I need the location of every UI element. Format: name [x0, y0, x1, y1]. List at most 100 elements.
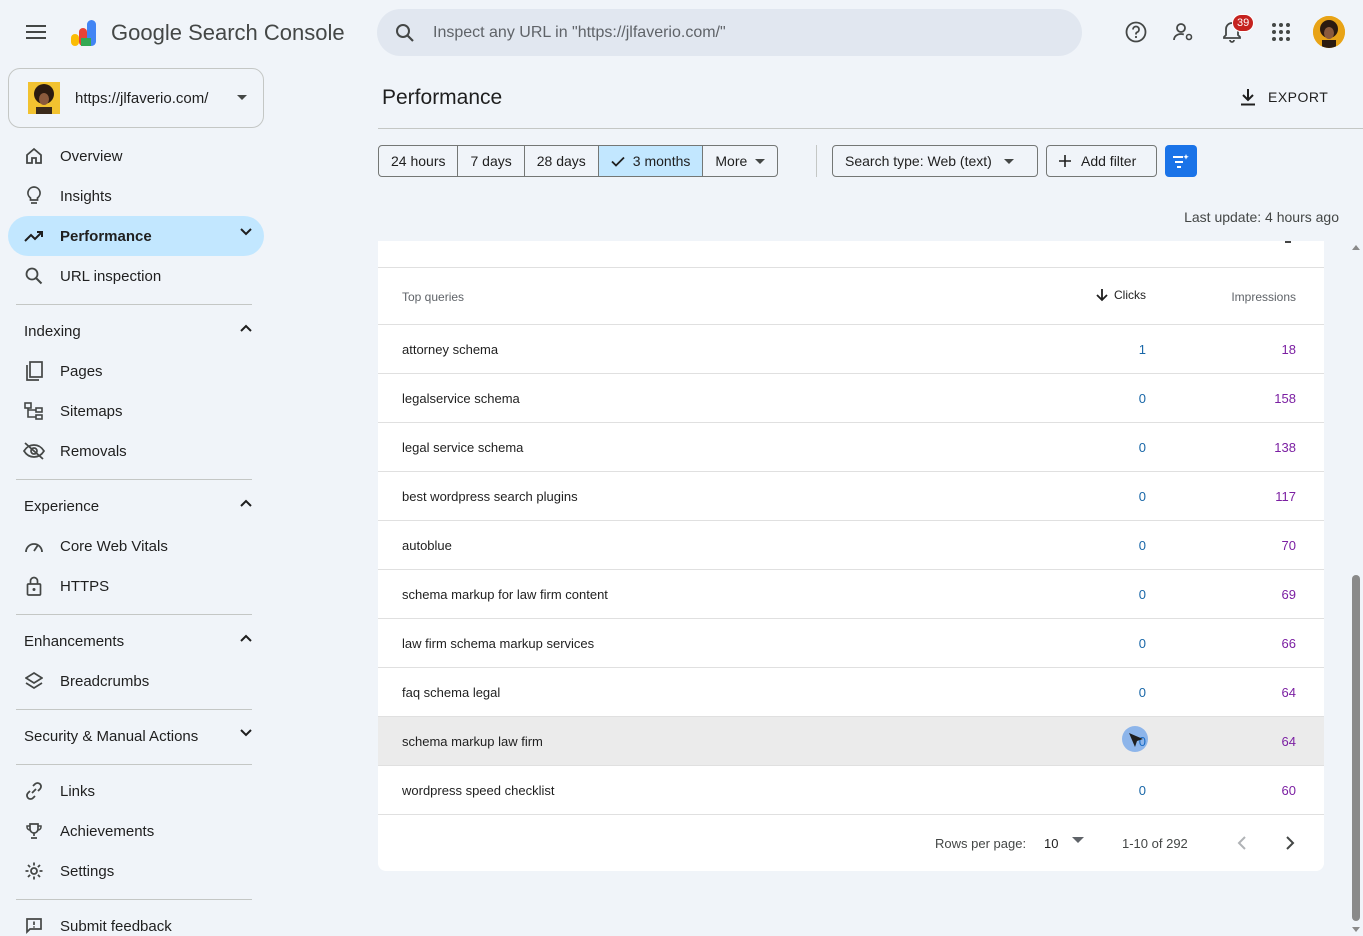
home-icon: [26, 147, 42, 164]
caret-down-icon[interactable]: [1072, 837, 1084, 843]
chevron-down-icon[interactable]: [240, 228, 252, 236]
table-row[interactable]: best wordpress search plugins 0 117: [378, 472, 1324, 521]
range-24-hours[interactable]: 24 hours: [378, 145, 459, 177]
scroll-up-arrow[interactable]: [1352, 245, 1360, 250]
top-app-bar: Google Search Console 39: [0, 0, 1363, 64]
sidebar-item-settings[interactable]: Settings: [8, 851, 264, 891]
sidebar-item-sitemaps[interactable]: Sitemaps: [8, 391, 264, 431]
filter-divider: [816, 145, 817, 177]
url-inspect-search[interactable]: [377, 9, 1082, 56]
clicks-cell: 0: [1138, 685, 1146, 700]
table-row[interactable]: attorney schema 1 18: [378, 325, 1324, 374]
url-inspect-input[interactable]: [433, 23, 1033, 42]
sidebar-item-label: Settings: [60, 862, 115, 880]
filter-options-button[interactable]: [1165, 145, 1197, 177]
table-pagination: Rows per page: 10 1-10 of 292: [378, 815, 1324, 871]
table-row[interactable]: schema markup law firm 0 64: [378, 717, 1324, 766]
sidebar-item-label: Removals: [60, 442, 127, 460]
account-avatar[interactable]: [1313, 16, 1345, 48]
table-row[interactable]: legal service schema 0 138: [378, 423, 1324, 472]
last-update-text: Last update: 4 hours ago: [1184, 209, 1339, 225]
user-settings-button[interactable]: [1163, 12, 1203, 52]
table-row[interactable]: autoblue 0 70: [378, 521, 1324, 570]
range-7-days[interactable]: 7 days: [457, 145, 525, 177]
column-header-top-queries[interactable]: Top queries: [402, 290, 464, 304]
export-button[interactable]: EXPORT: [1240, 80, 1328, 114]
caret-down-icon: [237, 95, 247, 100]
column-header-label: Clicks: [1114, 288, 1146, 302]
sidebar-item-core-web-vitals[interactable]: Core Web Vitals: [8, 526, 264, 566]
add-filter-button[interactable]: Add filter: [1046, 145, 1157, 177]
sidebar-item-label: Performance: [60, 227, 152, 245]
section-indexing-header[interactable]: Indexing: [24, 311, 256, 351]
sidebar-item-https[interactable]: HTTPS: [8, 566, 264, 606]
sidebar-item-label: Core Web Vitals: [60, 537, 168, 555]
sidebar-item-insights[interactable]: Insights: [8, 176, 264, 216]
sidebar-item-removals[interactable]: Removals: [8, 431, 264, 471]
range-28-days[interactable]: 28 days: [523, 145, 599, 177]
sidebar-item-performance[interactable]: Performance: [8, 216, 264, 256]
sidebar-item-submit-feedback[interactable]: Submit feedback: [8, 906, 264, 936]
queries-table-card: Top queries Clicks Impressions attorney …: [378, 241, 1324, 871]
pages-icon: [26, 361, 43, 381]
page-scrollbar[interactable]: [1349, 241, 1363, 936]
sidebar-item-label: Submit feedback: [60, 917, 172, 935]
property-selector[interactable]: https://jlfaverio.com/: [8, 68, 264, 128]
header-divider: [378, 128, 1363, 129]
notifications-button[interactable]: 39: [1212, 12, 1255, 52]
scroll-down-arrow[interactable]: [1352, 927, 1360, 932]
google-wordmark: Google: [111, 20, 182, 45]
column-header-impressions[interactable]: Impressions: [1231, 290, 1296, 304]
sidebar-item-overview[interactable]: Overview: [8, 136, 264, 176]
feedback-icon: [26, 918, 42, 935]
speed-icon: [25, 543, 43, 553]
arrow-down-icon: [1096, 288, 1108, 301]
sidebar-item-url-inspection[interactable]: URL inspection: [8, 256, 264, 296]
sidebar-item-achievements[interactable]: Achievements: [8, 811, 264, 851]
chevron-up-icon: [240, 499, 252, 507]
clicks-cell: 0: [1138, 489, 1146, 504]
table-row[interactable]: faq schema legal 0 64: [378, 668, 1324, 717]
clicks-cell: 1: [1138, 342, 1146, 357]
hamburger-menu-icon: [26, 25, 46, 39]
main-menu-button[interactable]: [16, 12, 56, 52]
section-experience-header[interactable]: Experience: [24, 486, 256, 526]
table-row[interactable]: wordpress speed checklist 0 60: [378, 766, 1324, 815]
apps-button[interactable]: [1261, 12, 1301, 52]
search-console-logo[interactable]: Google Search Console: [68, 16, 345, 50]
sidebar-item-label: URL inspection: [60, 267, 162, 285]
help-button[interactable]: [1116, 12, 1156, 52]
range-3-months[interactable]: 3 months: [597, 145, 704, 177]
impressions-cell: 18: [1281, 342, 1296, 357]
section-security-header[interactable]: Security & Manual Actions: [24, 716, 256, 756]
lightbulb-icon: [27, 186, 41, 204]
sidebar-item-label: Insights: [60, 187, 112, 205]
mouse-cursor-highlight: [1122, 726, 1148, 752]
search-type-filter[interactable]: Search type: Web (text): [832, 145, 1038, 177]
sidebar-divider: [16, 764, 252, 765]
rows-per-page-select[interactable]: 10: [1044, 836, 1058, 851]
section-enhancements-header[interactable]: Enhancements: [24, 621, 256, 661]
chevron-right-icon[interactable]: [1280, 833, 1300, 853]
table-row[interactable]: law firm schema markup services 0 66: [378, 619, 1324, 668]
range-more[interactable]: More: [702, 145, 779, 177]
sidebar-item-breadcrumbs[interactable]: Breadcrumbs: [8, 661, 264, 701]
range-label: 24 hours: [391, 153, 446, 169]
table-row[interactable]: schema markup for law firm content 0 69: [378, 570, 1324, 619]
sidebar-item-links[interactable]: Links: [8, 771, 264, 811]
impressions-cell: 60: [1281, 783, 1296, 798]
scrollbar-thumb[interactable]: [1352, 575, 1360, 921]
sidebar-item-pages[interactable]: Pages: [8, 351, 264, 391]
gear-icon: [25, 862, 43, 880]
table-row[interactable]: legalservice schema 0 158: [378, 374, 1324, 423]
column-header-clicks[interactable]: Clicks: [1096, 288, 1146, 302]
query-cell: faq schema legal: [402, 685, 501, 700]
sidebar-divider: [16, 899, 252, 900]
help-icon: [1125, 21, 1147, 43]
section-title: Indexing: [24, 322, 81, 340]
table-edge-mark: [1285, 241, 1291, 243]
sidebar-divider: [16, 304, 252, 305]
range-label: 28 days: [536, 153, 586, 169]
chevron-left-icon[interactable]: [1232, 833, 1252, 853]
impressions-cell: 117: [1275, 489, 1296, 504]
